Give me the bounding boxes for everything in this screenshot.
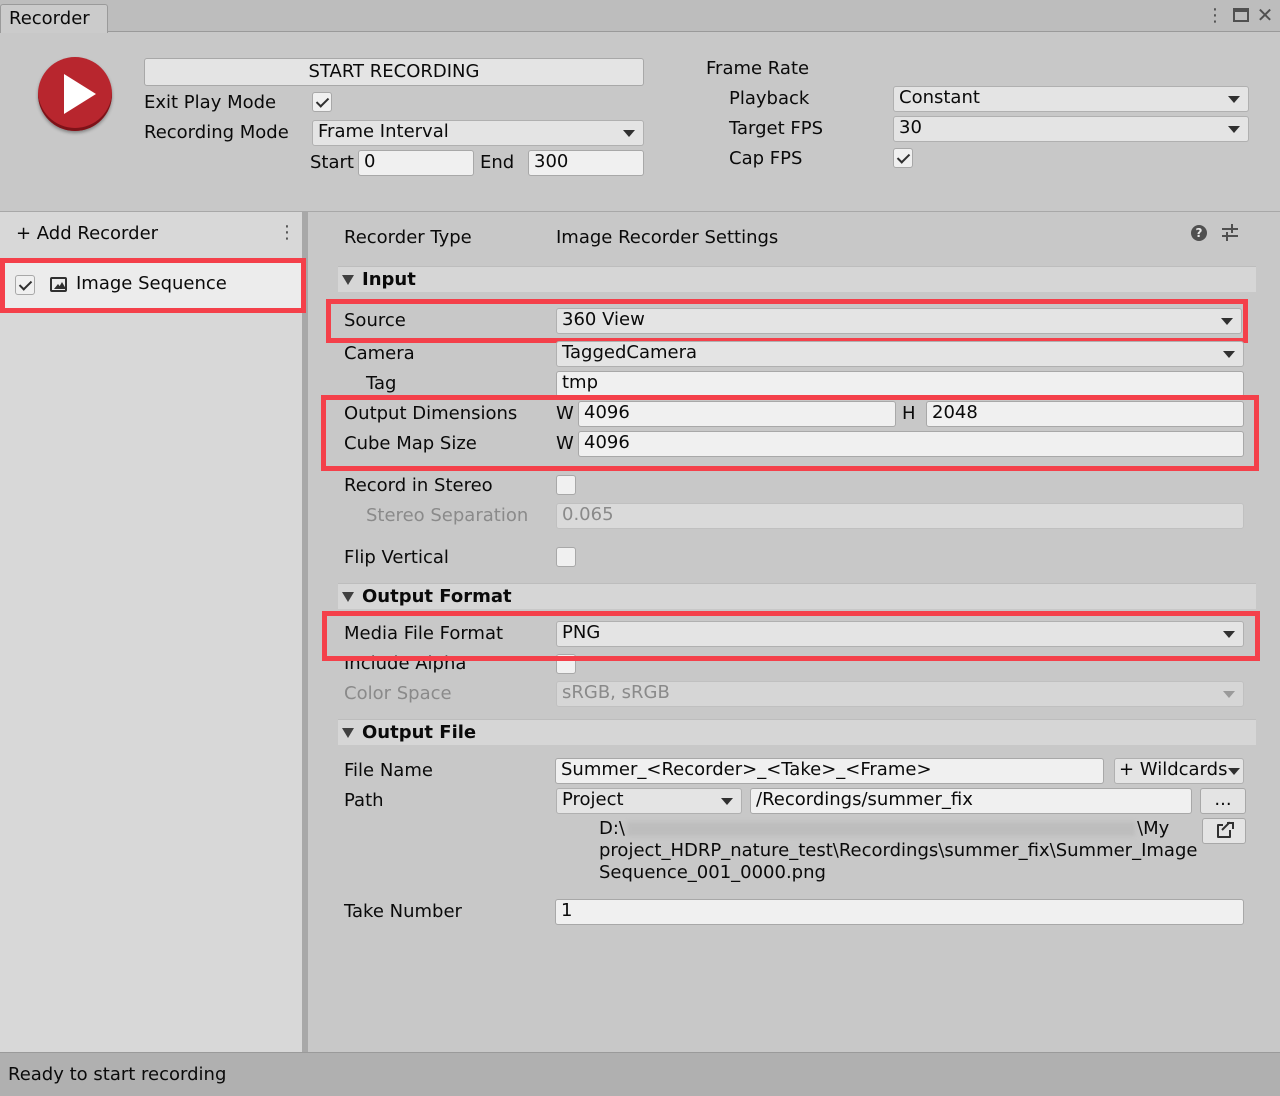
foldout-triangle-icon xyxy=(342,275,354,285)
more-options-icon[interactable]: ⋮ xyxy=(1206,6,1224,26)
chevron-down-icon xyxy=(1228,768,1240,775)
output-file-section-title: Output File xyxy=(362,722,477,743)
highlight-box xyxy=(0,258,306,313)
play-icon xyxy=(64,74,96,114)
start-label: Start xyxy=(310,152,354,173)
add-recorder-button[interactable]: + Add Recorder xyxy=(16,223,158,245)
start-frame-input[interactable]: 0 xyxy=(358,150,474,176)
chevron-down-icon xyxy=(1223,351,1235,358)
playback-dropdown[interactable]: Constant xyxy=(893,86,1249,112)
path-input[interactable]: /Recordings/summer_fix xyxy=(750,788,1192,814)
recording-mode-dropdown[interactable]: Frame Interval xyxy=(312,120,644,146)
wildcards-dropdown[interactable]: + Wildcards xyxy=(1114,758,1244,784)
target-fps-label: Target FPS xyxy=(729,118,824,139)
end-label: End xyxy=(480,152,515,173)
browse-button[interactable]: ... xyxy=(1200,788,1246,814)
title-bar: Recorder ⋮ ✕ xyxy=(0,0,1280,33)
start-recording-button[interactable]: START RECORDING xyxy=(144,58,644,86)
chevron-down-icon xyxy=(1223,691,1235,698)
recorder-tab[interactable]: Recorder xyxy=(0,4,108,33)
camera-label: Camera xyxy=(344,343,415,364)
highlight-box xyxy=(321,395,1259,471)
maximize-icon[interactable] xyxy=(1233,8,1249,22)
presets-icon[interactable] xyxy=(1222,224,1238,242)
target-fps-dropdown[interactable]: 30 xyxy=(893,116,1249,142)
wildcards-label: + Wildcards xyxy=(1119,759,1228,780)
tag-label: Tag xyxy=(366,373,397,394)
close-icon[interactable]: ✕ xyxy=(1256,4,1274,26)
record-button[interactable] xyxy=(38,57,112,131)
file-name-label: File Name xyxy=(344,760,433,781)
open-folder-button[interactable] xyxy=(1202,818,1246,844)
playback-value: Constant xyxy=(899,87,980,108)
status-bar: Ready to start recording xyxy=(0,1052,1280,1096)
cap-fps-checkbox[interactable] xyxy=(893,148,913,168)
take-number-input[interactable]: 1 xyxy=(555,899,1244,925)
chevron-down-icon xyxy=(721,798,733,805)
help-icon[interactable]: ? xyxy=(1191,225,1207,241)
playback-label: Playback xyxy=(729,88,810,109)
resolved-path-line-2: project_HDRP_nature_test\Recordings\summ… xyxy=(599,840,1198,861)
stereo-separation-label: Stereo Separation xyxy=(366,505,529,526)
resolved-output-path: D:\ \My project_HDRP_nature_test\Recordin… xyxy=(599,818,1199,884)
end-frame-input[interactable]: 300 xyxy=(528,150,644,176)
color-space-label: Color Space xyxy=(344,683,452,704)
target-fps-value: 30 xyxy=(899,117,922,138)
camera-dropdown[interactable]: TaggedCamera xyxy=(556,341,1244,367)
resolved-path-line-3: Sequence_001_0000.png xyxy=(599,862,826,883)
sidebar-options-icon[interactable]: ⋮ xyxy=(278,222,296,244)
foldout-triangle-icon xyxy=(342,592,354,602)
color-space-value: sRGB, sRGB xyxy=(562,682,670,703)
input-section-title: Input xyxy=(362,269,416,290)
flip-vertical-label: Flip Vertical xyxy=(344,547,449,568)
highlight-box xyxy=(322,611,1260,661)
chevron-down-icon xyxy=(1228,96,1240,103)
tag-input[interactable]: tmp xyxy=(556,371,1244,397)
flip-vertical-checkbox[interactable] xyxy=(556,547,576,567)
recording-mode-label: Recording Mode xyxy=(144,122,289,143)
camera-value: TaggedCamera xyxy=(562,342,698,363)
path-root-value: Project xyxy=(562,789,624,810)
path-label: Path xyxy=(344,790,384,811)
chevron-down-icon xyxy=(623,130,635,137)
recording-mode-value: Frame Interval xyxy=(318,121,449,142)
tab-title: Recorder xyxy=(9,8,90,29)
chevron-down-icon xyxy=(1228,126,1240,133)
output-format-section-header[interactable]: Output Format xyxy=(338,583,1256,609)
stereo-separation-input: 0.065 xyxy=(556,503,1244,529)
take-number-label: Take Number xyxy=(344,901,462,922)
exit-play-mode-checkbox[interactable] xyxy=(312,92,332,112)
output-file-section-header[interactable]: Output File xyxy=(338,719,1256,745)
path-root-dropdown[interactable]: Project xyxy=(556,788,742,814)
recorder-type-value: Image Recorder Settings xyxy=(556,227,779,248)
record-in-stereo-label: Record in Stereo xyxy=(344,475,493,496)
blurred-path-segment xyxy=(627,822,1135,836)
recorder-list-sidebar xyxy=(0,211,302,1052)
color-space-dropdown: sRGB, sRGB xyxy=(556,681,1244,707)
file-name-input[interactable]: Summer_<Recorder>_<Take>_<Frame> xyxy=(555,758,1104,784)
foldout-triangle-icon xyxy=(342,728,354,738)
frame-rate-label: Frame Rate xyxy=(706,58,810,79)
recorder-type-label: Recorder Type xyxy=(344,227,472,248)
resolved-path-line-1: D:\ \My xyxy=(599,818,1170,839)
status-text: Ready to start recording xyxy=(8,1064,227,1085)
exit-play-mode-label: Exit Play Mode xyxy=(144,92,277,113)
output-format-section-title: Output Format xyxy=(362,586,512,607)
record-in-stereo-checkbox[interactable] xyxy=(556,475,576,495)
cap-fps-label: Cap FPS xyxy=(729,148,803,169)
input-section-header[interactable]: Input xyxy=(338,266,1256,292)
highlight-box xyxy=(326,299,1248,343)
